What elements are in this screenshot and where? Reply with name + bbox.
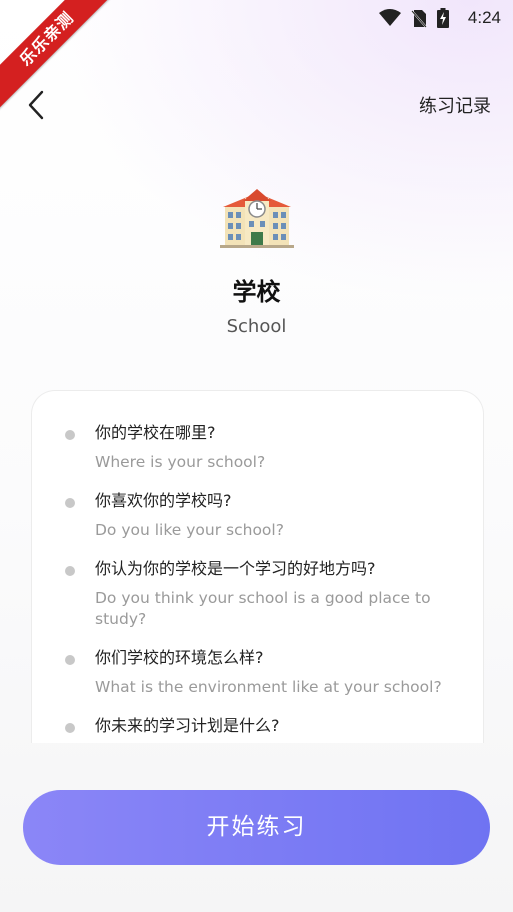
- question-english: Do you like your school?: [95, 521, 284, 539]
- question-chinese: 你的学校在哪里?: [95, 423, 216, 442]
- question-english: Where is your school?: [95, 453, 266, 471]
- school-building-icon: [220, 189, 294, 248]
- topic-subtitle: School: [226, 316, 287, 337]
- question-english: Do you think your school is a good place…: [95, 589, 431, 628]
- chevron-left-icon: [28, 90, 44, 120]
- wifi-icon: [379, 9, 401, 26]
- question-english: What is the environment like at your sch…: [95, 678, 442, 696]
- practice-history-link[interactable]: 练习记录: [419, 92, 491, 118]
- question-chinese: 你认为你的学校是一个学习的好地方吗?: [95, 559, 376, 578]
- list-item: 你们学校的环境怎么样? What is the environment like…: [32, 646, 483, 698]
- back-button[interactable]: [22, 88, 50, 122]
- list-item: 你未来的学习计划是什么?: [32, 714, 483, 738]
- start-practice-button[interactable]: 开始练习: [23, 790, 490, 865]
- no-sim-icon: [411, 9, 427, 28]
- bullet-dot: [65, 723, 75, 733]
- status-icons: [379, 8, 449, 28]
- bullet-dot: [65, 430, 75, 440]
- bullet-dot: [65, 566, 75, 576]
- battery-charging-icon: [437, 8, 449, 28]
- topic-title: 学校: [232, 278, 281, 306]
- bullet-dot: [65, 498, 75, 508]
- question-chinese: 你们学校的环境怎么样?: [95, 648, 264, 667]
- list-item: 你认为你的学校是一个学习的好地方吗? Do you think your sch…: [32, 557, 483, 630]
- question-chinese: 你未来的学习计划是什么?: [95, 716, 280, 735]
- list-item: 你的学校在哪里? Where is your school?: [32, 421, 483, 473]
- question-list[interactable]: 你的学校在哪里? Where is your school? 你喜欢你的学校吗?…: [32, 421, 483, 743]
- question-list-card[interactable]: 你的学校在哪里? Where is your school? 你喜欢你的学校吗?…: [31, 390, 484, 743]
- bullet-dot: [65, 655, 75, 665]
- list-item: 你喜欢你的学校吗? Do you like your school?: [32, 489, 483, 541]
- status-time: 4:24: [467, 8, 501, 27]
- question-chinese: 你喜欢你的学校吗?: [95, 491, 232, 510]
